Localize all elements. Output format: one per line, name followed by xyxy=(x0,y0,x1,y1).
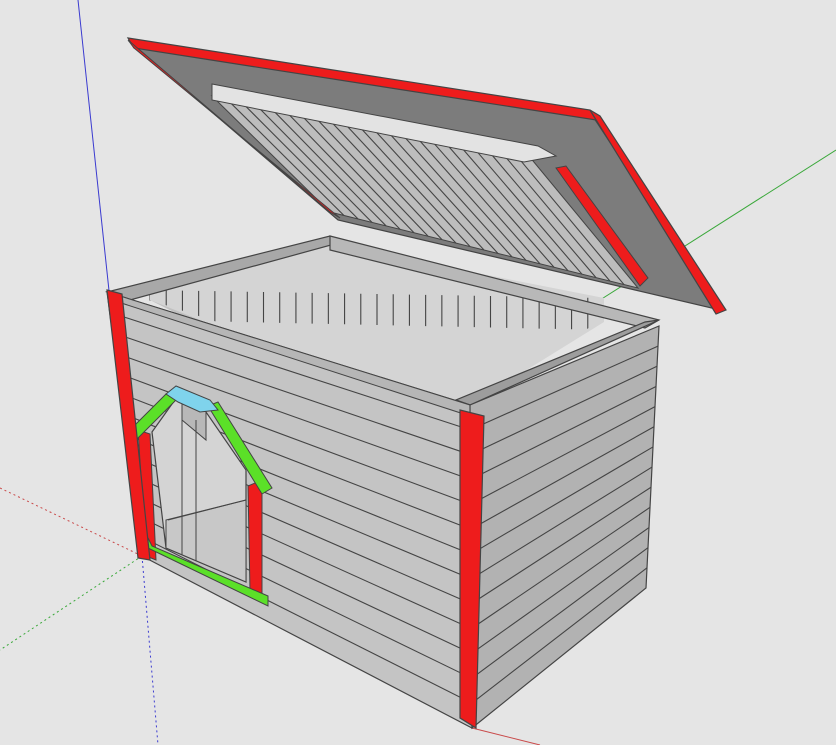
door-frame-right xyxy=(247,479,263,595)
dog-house-model xyxy=(0,0,836,745)
modeling-viewport[interactable] xyxy=(0,0,836,745)
